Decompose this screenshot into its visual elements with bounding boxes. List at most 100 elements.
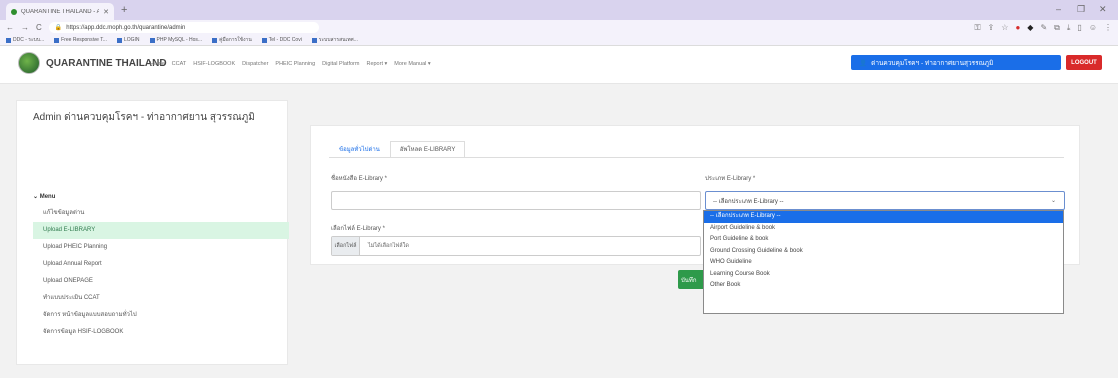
minimize-icon[interactable]: – <box>1056 4 1061 14</box>
form-tab[interactable]: อัพโหลด E-LIBRARY <box>389 141 466 158</box>
bookmark-label: DDC - ระบบ... <box>13 37 45 43</box>
brand-title[interactable]: QUARANTINE THAILAND <box>46 58 167 69</box>
book-name-label: ชื่อหนังสือ E-Library * <box>331 176 387 182</box>
dropdown-option[interactable]: Learning Course Book <box>704 269 1063 281</box>
sidebar-title: Admin ด่านควบคุมโรคฯ - ท่าอากาศยาน สุวรร… <box>33 112 255 123</box>
address-bar[interactable]: 🔒 https://app.ddc.moph.go.th/quarantine/… <box>48 22 319 33</box>
nav-link[interactable]: More Manual ▾ <box>394 61 430 67</box>
lock-icon: 🔒 <box>54 25 63 31</box>
bookmark-icon <box>261 37 267 43</box>
nav-link[interactable]: PHEIC Planning <box>275 61 315 67</box>
profile-icon[interactable]: ☺ <box>1089 23 1097 33</box>
back-icon[interactable]: ← <box>6 23 14 32</box>
extension-icon[interactable]: ✎ <box>1040 23 1047 33</box>
bookmark-item[interactable]: คู่มือการใช้งาน <box>212 36 252 44</box>
bookmark-item[interactable]: ระบบสารสนเทศ... <box>311 36 358 44</box>
star-icon[interactable]: ☆ <box>1001 23 1008 33</box>
type-dropdown-list: -- เลือกประเภท E-Library -- Airport Guide… <box>703 210 1064 314</box>
puzzle-icon[interactable]: ⧉ <box>1054 23 1060 33</box>
extension-dark-icon[interactable]: ◆ <box>1027 23 1033 33</box>
bookmark-label: PHP MySQL - Hos... <box>156 37 203 43</box>
bookmark-item[interactable]: Tel - DDC Covi <box>261 37 302 43</box>
file-input[interactable]: เลือกไฟล์ ไม่ได้เลือกไฟล์ใด <box>331 236 701 256</box>
browser-tab-strip: QUARANTINE THAILAND - ADMIN ✕ + – ❐ ✕ <box>0 0 1118 20</box>
reload-icon[interactable]: C <box>36 23 42 32</box>
tabs-divider <box>329 157 1064 158</box>
bookmark-item[interactable]: DDC - ระบบ... <box>6 36 44 44</box>
browser-toolbar: ← → C 🔒 https://app.ddc.moph.go.th/quara… <box>0 20 1118 35</box>
dropdown-option[interactable]: WHO Guideline <box>704 257 1063 269</box>
nav-link[interactable]: Digital Platform <box>322 61 359 67</box>
type-select-value: -- เลือกประเภท E-Library -- <box>713 198 784 205</box>
nav-link[interactable]: Dispatcher <box>242 61 268 67</box>
share-icon[interactable]: ⇪ <box>988 23 995 33</box>
extension-red-icon[interactable]: ● <box>1015 23 1020 33</box>
download-icon[interactable]: ⤓ <box>1067 23 1071 33</box>
menu-toggle[interactable]: ⌄ Menu <box>33 193 55 200</box>
file-label: เลือกไฟล์ E-Library * <box>331 226 385 232</box>
type-label: ประเภท E-Library * <box>705 176 756 182</box>
bookmark-icon <box>311 37 317 43</box>
file-status: ไม่ได้เลือกไฟล์ใด <box>368 243 409 249</box>
sidebar-item[interactable]: Upload PHEIC Planning <box>33 239 289 256</box>
menu-kebab-icon[interactable]: ⋮ <box>1104 23 1112 33</box>
dropdown-option[interactable]: Ground Crossing Guideline & book <box>704 246 1063 258</box>
key-icon[interactable]: ⚿ <box>974 23 980 33</box>
favicon-icon <box>11 8 17 15</box>
bookmark-icon <box>116 37 122 43</box>
sidebar-item[interactable]: Upload E-LIBRARY <box>33 222 289 239</box>
bookmark-item[interactable]: Free Responsive T... <box>54 37 107 43</box>
dropdown-option[interactable]: -- เลือกประเภท E-Library -- <box>704 211 1063 223</box>
close-tab-icon[interactable]: ✕ <box>103 8 109 16</box>
user-label: ด่านควบคุมโรคฯ - ท่าอากาศยานสุวรรณภูมิ <box>871 59 994 67</box>
sidebar-item[interactable]: Upload Annual Report <box>33 256 289 273</box>
sidebar-item[interactable]: Upload ONEPAGE <box>33 273 289 290</box>
form-tab[interactable]: ข้อมูลทั่วไปด่าน <box>329 141 390 158</box>
new-tab-button[interactable]: + <box>121 3 127 17</box>
browser-tab[interactable]: QUARANTINE THAILAND - ADMIN ✕ <box>6 3 114 20</box>
user-icon: 👤 <box>859 59 868 67</box>
bookmark-label: ระบบสารสนเทศ... <box>318 37 358 43</box>
nav-link[interactable]: Home <box>150 61 165 67</box>
bookmark-icon <box>54 37 60 43</box>
bookmark-item[interactable]: LOGIN <box>116 37 140 43</box>
bookmark-icon <box>6 37 11 43</box>
bookmark-label: LOGIN <box>123 37 140 43</box>
maximize-icon[interactable]: ❐ <box>1077 4 1085 15</box>
browser-tab-title: QUARANTINE THAILAND - ADMIN <box>21 8 100 15</box>
forward-icon[interactable]: → <box>21 23 29 32</box>
sidebar-item[interactable]: จัดการข้อมูล HSIF-LOGBOOK <box>33 324 289 341</box>
nav-link[interactable]: Report ▾ <box>366 61 387 67</box>
bookmark-label: Free Responsive T... <box>61 37 107 43</box>
quarantine-logo-icon[interactable] <box>18 52 40 74</box>
user-button[interactable]: 👤 ด่านควบคุมโรคฯ - ท่าอากาศยานสุวรรณภูมิ <box>851 55 1061 70</box>
sidebar-item[interactable]: แก้ไขข้อมูลด่าน <box>33 205 289 222</box>
form-tabs: ข้อมูลทั่วไปด่าน อัพโหลด E-LIBRARY <box>329 141 466 158</box>
bookmark-icon <box>212 37 218 43</box>
nav-links: Home CCAT HSIF-LOGBOOK Dispatcher PHEIC Plan… <box>150 61 431 67</box>
sidebar-item[interactable]: ทำแบบประเมิน CCAT <box>33 290 289 307</box>
bookmark-item[interactable]: PHP MySQL - Hos... <box>149 37 203 43</box>
book-name-input[interactable] <box>331 191 701 210</box>
sidepanel-icon[interactable]: ▯ <box>1077 23 1081 33</box>
chevron-down-icon: ⌄ <box>1050 198 1056 204</box>
dropdown-option[interactable]: Airport Guideline & book <box>704 223 1063 235</box>
sidebar: Admin ด่านควบคุมโรคฯ - ท่าอากาศยาน สุวรร… <box>16 100 289 365</box>
dropdown-option[interactable]: Port Guideline & book <box>704 234 1063 246</box>
sidebar-item[interactable]: จัดการ หน้าข้อมูลแบบสอบถามทั่วไป <box>33 307 289 324</box>
address-url: https://app.ddc.moph.go.th/quarantine/ad… <box>66 24 186 31</box>
bookmark-label: คู่มือการใช้งาน <box>219 37 252 43</box>
bookmark-label: Tel - DDC Covi <box>268 37 302 43</box>
type-select[interactable]: -- เลือกประเภท E-Library -- ⌄ <box>705 191 1065 210</box>
nav-link[interactable]: HSIF-LOGBOOK <box>193 61 235 67</box>
bookmarks-bar: DDC - ระบบ... Free Responsive T... LOGIN PH… <box>0 35 1118 46</box>
close-window-icon[interactable]: ✕ <box>1099 4 1107 15</box>
extension-icons: ⚿ ⇪ ☆ ● ◆ ✎ ⧉ ⤓ ▯ ☺ ⋮ <box>974 23 1112 33</box>
choose-file-button[interactable]: เลือกไฟล์ <box>332 237 360 255</box>
app-navbar: QUARANTINE THAILAND Home CCAT HSIF-LOGBOOK… <box>0 46 1118 84</box>
nav-link[interactable]: CCAT <box>172 61 187 67</box>
bookmark-icon <box>149 37 155 43</box>
logout-button[interactable]: LOGOUT <box>1066 55 1102 70</box>
sidebar-menu: แก้ไขข้อมูลด่าน Upload E-LIBRARY Upload PH… <box>33 205 289 341</box>
dropdown-option[interactable]: Other Book <box>704 280 1063 292</box>
